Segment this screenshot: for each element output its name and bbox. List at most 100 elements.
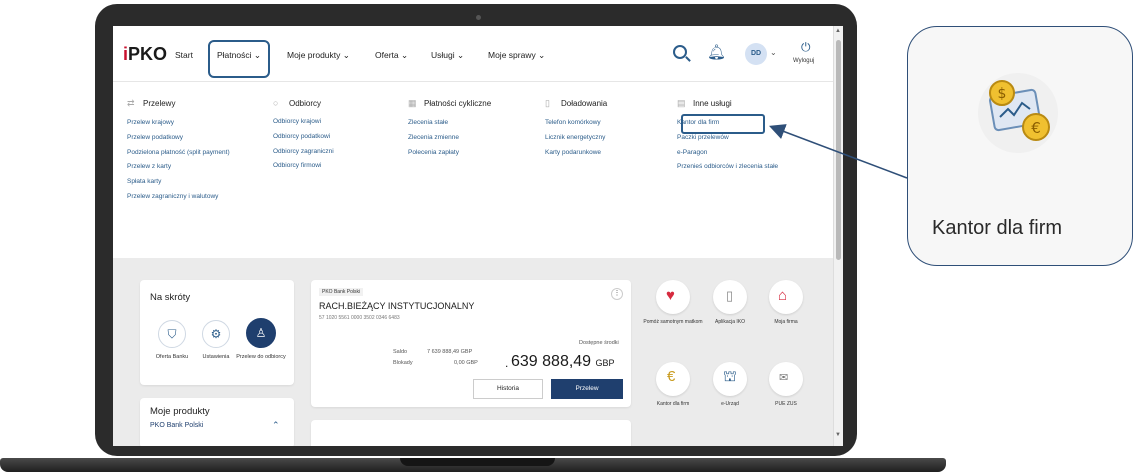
menu-link[interactable]: Karty podarunkowe bbox=[545, 149, 685, 158]
currency: GBP bbox=[595, 358, 615, 368]
gear-icon[interactable]: ⚙ bbox=[202, 320, 230, 348]
service-tile[interactable]: ✉ PUE ZUS bbox=[756, 362, 816, 408]
menu-link[interactable]: Przelew podatkowy bbox=[127, 134, 267, 143]
scroll-up-icon[interactable]: ▲ bbox=[835, 28, 841, 34]
avatar[interactable]: DD bbox=[745, 43, 767, 65]
service-tile[interactable]: ⛫ e-Urząd bbox=[700, 362, 760, 408]
saldo-label: Saldo bbox=[393, 349, 408, 355]
menu-link[interactable]: Przelew krajowy bbox=[127, 119, 267, 128]
menu-link[interactable]: Przelew z karty bbox=[127, 163, 267, 172]
menu-link[interactable]: Telefon komórkowy bbox=[545, 119, 685, 128]
bag-icon[interactable]: ⛉ bbox=[158, 320, 186, 348]
service-tile[interactable]: € Kantor dla firm bbox=[643, 362, 703, 408]
power-icon[interactable]: ⏻ bbox=[801, 40, 811, 55]
zoom-callout: $ € Kantor dla firm bbox=[907, 26, 1133, 266]
account-number: 57 1020 5561 0000 3502 0346 6483 bbox=[319, 315, 400, 321]
pko-logo[interactable]: iPKO bbox=[123, 44, 167, 65]
shortcut-label: Ustawienia bbox=[202, 354, 230, 360]
nav-moje-sprawy[interactable]: Moje sprawy ⌄ bbox=[488, 50, 545, 61]
more-options-icon[interactable]: ⋮ bbox=[611, 288, 623, 300]
services-icon: ▤ bbox=[677, 98, 686, 108]
menu-column-odbiorcy: ○ Odbiorcy Odbiorcy krajowi Odbiorcy poda… bbox=[273, 98, 413, 177]
shortcuts-title: Na skróty bbox=[150, 292, 191, 303]
payments-mega-menu: ⇄ Przelewy Przelew krajowy Przelew podatk… bbox=[113, 82, 833, 258]
menu-link[interactable]: Odbiorcy zagraniczni bbox=[273, 148, 413, 157]
menu-column-przelewy: ⇄ Przelewy Przelew krajowy Przelew podatk… bbox=[127, 98, 267, 208]
company-icon: ⌂ bbox=[769, 280, 803, 314]
chevron-up-icon[interactable]: ⌃ bbox=[272, 420, 280, 431]
second-card bbox=[311, 420, 631, 446]
top-navigation: iPKO Start Płatności ⌄ Moje produkty ⌄ O… bbox=[113, 26, 833, 82]
service-label: Kantor dla firm bbox=[656, 401, 690, 407]
exchange-icon: $ € bbox=[978, 73, 1058, 153]
account-name: RACH.BIEŻĄCY INSTYTUCJONALNY bbox=[319, 301, 475, 311]
menu-link[interactable]: Odbiorcy podatkowi bbox=[273, 133, 413, 142]
products-card: Moje produkty PKO Bank Polski ⌃ bbox=[140, 398, 294, 446]
bell-icon[interactable]: 🔔︎ bbox=[707, 43, 726, 61]
menu-heading: ○ Odbiorcy bbox=[273, 98, 322, 108]
menu-column-platnosci-cykliczne: ▦ Płatności cykliczne Zlecenia stałe Zlec… bbox=[408, 98, 548, 163]
user-icon[interactable]: ♙ bbox=[246, 318, 276, 348]
available-balance: 639 888,49 GBP bbox=[511, 353, 615, 371]
callout-label: Kantor dla firm bbox=[932, 217, 1063, 239]
blokady-value: 0,00 GBP bbox=[454, 360, 478, 366]
account-bank: PKO Bank Polski bbox=[319, 288, 364, 296]
nav-moje-produkty[interactable]: Moje produkty ⌄ bbox=[287, 50, 350, 61]
menu-link[interactable]: Podzielona płatność (split payment) bbox=[127, 149, 237, 158]
history-button[interactable]: Historia bbox=[473, 379, 543, 399]
platnosci-highlight bbox=[208, 40, 270, 78]
menu-heading: ▦ Płatności cykliczne bbox=[408, 98, 492, 108]
menu-heading: ▯ Doładowania bbox=[545, 98, 608, 108]
person-icon: ○ bbox=[273, 98, 279, 108]
browser-screen: iPKO Start Płatności ⌄ Moje produkty ⌄ O… bbox=[113, 26, 843, 446]
scroll-down-icon[interactable]: ▼ bbox=[835, 432, 841, 438]
zus-icon: ✉ bbox=[769, 362, 803, 396]
transfer-button[interactable]: Przelew bbox=[551, 379, 623, 399]
service-label: e-Urząd bbox=[721, 401, 739, 407]
menu-link[interactable]: Odbiorcy krajowi bbox=[273, 118, 413, 127]
service-tile[interactable]: ⌂ Moja firma bbox=[756, 280, 816, 326]
service-tile[interactable]: ♥ Pomóż samotnym matkom bbox=[643, 280, 703, 326]
nav-oferta[interactable]: Oferta ⌄ bbox=[375, 50, 408, 61]
phone-icon: ▯ bbox=[545, 98, 550, 108]
shortcut-label: Przelew do odbiorcy bbox=[236, 354, 286, 360]
nav-uslugi[interactable]: Usługi ⌄ bbox=[431, 50, 464, 61]
transfer-icon: ⇄ bbox=[127, 98, 135, 108]
menu-link[interactable]: Zlecenia stałe bbox=[408, 119, 548, 128]
menu-link[interactable]: Przenieś odbiorców i zlecenia stałe bbox=[677, 163, 807, 172]
scroll-thumb[interactable] bbox=[836, 40, 841, 260]
service-label: Pomóż samotnym matkom bbox=[643, 319, 703, 325]
laptop-notch bbox=[400, 458, 555, 466]
chevron-down-icon[interactable]: ⌄ bbox=[770, 48, 777, 57]
logout-button[interactable]: Wyloguj bbox=[793, 58, 814, 64]
blokady-label: Blokady bbox=[393, 360, 413, 366]
shortcuts-card: Na skróty ⛉ ⚙ ♙ Oferta Banku Ustawienia … bbox=[140, 280, 294, 385]
government-icon: ⛫ bbox=[713, 362, 747, 396]
mobile-app-icon: ▯ bbox=[713, 280, 747, 314]
calendar-icon: ▦ bbox=[408, 98, 417, 108]
menu-link[interactable]: Spłata karty bbox=[127, 178, 267, 187]
menu-link[interactable]: Odbiorcy firmowi bbox=[273, 162, 413, 171]
available-value: 639 888,49 bbox=[511, 353, 592, 370]
search-icon[interactable] bbox=[673, 45, 687, 59]
service-tile[interactable]: ▯ Aplikacja IKO bbox=[700, 280, 760, 326]
available-label: Dostępne środki bbox=[579, 340, 619, 346]
menu-link[interactable]: Przelew zagraniczny i walutowy bbox=[127, 193, 267, 202]
exchange-icon: € bbox=[656, 362, 690, 396]
saldo-value: 7 639 888,49 GBP bbox=[427, 349, 473, 355]
menu-heading: ⇄ Przelewy bbox=[127, 98, 176, 108]
nav-start[interactable]: Start bbox=[175, 50, 193, 60]
scrollbar[interactable]: ▲ ▼ bbox=[833, 26, 843, 446]
shortcut-label: Oferta Banku bbox=[155, 354, 189, 360]
webcam bbox=[476, 15, 481, 20]
logo-text: PKO bbox=[128, 44, 168, 64]
menu-link[interactable]: Polecenia zapłaty bbox=[408, 149, 548, 158]
menu-link[interactable]: e-Paragon bbox=[677, 149, 807, 158]
menu-link[interactable]: Licznik energetyczny bbox=[545, 134, 685, 143]
service-label: PUE ZUS bbox=[775, 401, 797, 407]
menu-link[interactable]: Paczki przelewów bbox=[677, 134, 807, 143]
svg-text:$: $ bbox=[998, 86, 1007, 102]
menu-link[interactable]: Zlecenia zmienne bbox=[408, 134, 548, 143]
heart-hands-icon: ♥ bbox=[656, 280, 690, 314]
menu-column-inne-uslugi: ▤ Inne usługi Kantor dla firm Paczki prze… bbox=[677, 98, 807, 178]
